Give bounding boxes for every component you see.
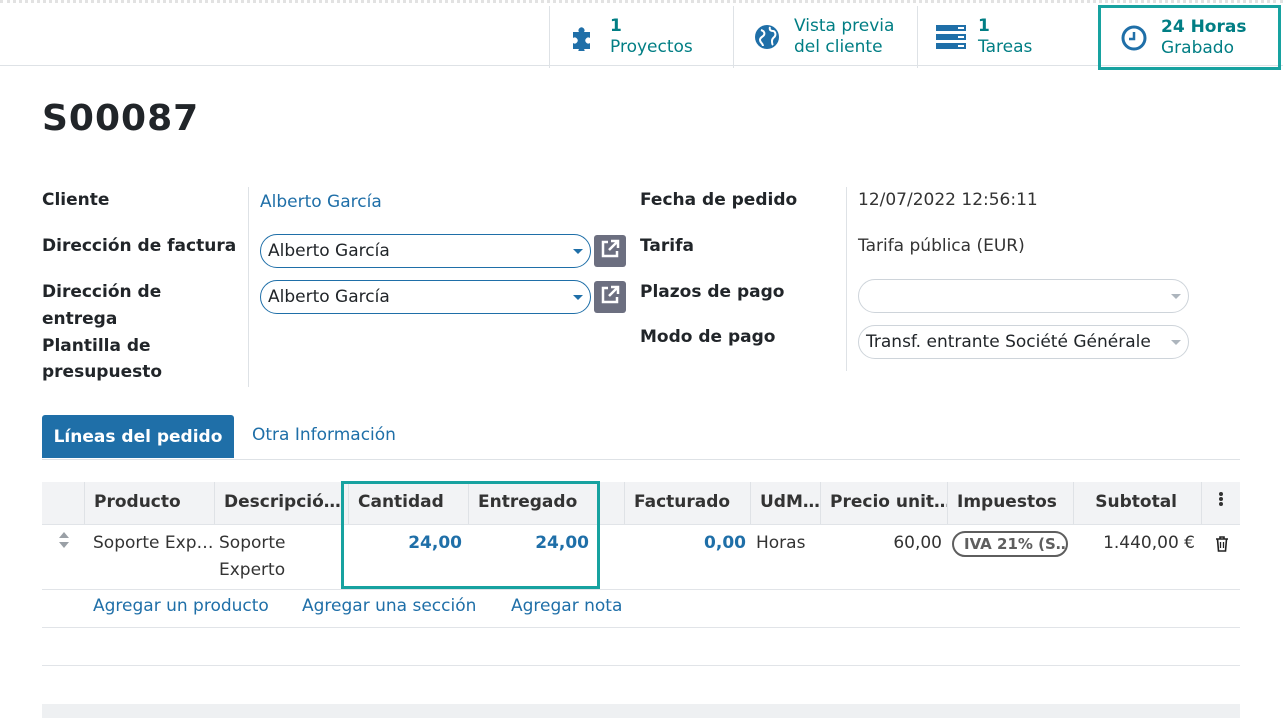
payment-terms-label: Plazos de pago [640,282,785,302]
tasks-icon [936,22,966,52]
invoice-address-value: Alberto García [268,241,390,261]
tasks-stat-button[interactable]: 1 Tareas [917,6,1101,68]
drag-handle-icon[interactable] [57,530,71,559]
trash-icon[interactable] [1215,534,1229,561]
line-invoiced: 0,00 [704,533,746,553]
tab-order-lines[interactable]: Líneas del pedido [42,415,234,458]
projects-stat-button[interactable]: 1 Proyectos [549,6,733,68]
chevron-down-icon [573,295,583,300]
payment-mode-label: Modo de pago [640,327,776,347]
kebab-menu-icon [1218,492,1224,512]
invoice-address-label: Dirección de factura [42,236,237,256]
add-product-link[interactable]: Agregar un producto [93,596,269,616]
stat-value: 24 Horas [1161,16,1247,37]
field-separator [248,187,249,387]
optional-columns-button[interactable] [1201,482,1240,524]
external-link-icon [599,238,621,265]
puzzle-icon [568,22,598,52]
table-footer [42,704,1240,718]
add-note-link[interactable]: Agregar nota [511,596,622,616]
stat-value: 1 [978,16,990,36]
stat-label: Vista previa [794,16,895,36]
payment-terms-select[interactable] [858,279,1189,313]
customer-label: Cliente [42,190,110,210]
column-header-product[interactable]: Producto [84,482,214,524]
row-divider [42,665,1240,666]
column-header-invoiced[interactable]: Facturado [624,482,750,524]
column-header-unit-price[interactable]: Precio unit… [820,482,947,524]
delivery-address-label-line1: Dirección de [42,282,162,302]
stat-label: Proyectos [610,37,693,57]
order-date-label: Fecha de pedido [640,190,798,210]
quantity-delivered-highlight [341,481,600,589]
payment-mode-select[interactable]: Transf. entrante Société Générale [858,325,1189,359]
tab-other-info[interactable]: Otra Información [252,425,396,445]
line-uom[interactable]: Horas [756,530,805,557]
stat-label: del cliente [794,37,883,57]
customer-preview-button[interactable]: Vista previa del cliente [733,6,917,68]
quotation-template-label-line1: Plantilla de [42,336,151,356]
pricelist-value: Tarifa pública (EUR) [858,236,1025,256]
stat-button-bar: 1 Proyectos Vista previa del cliente 1 T… [0,0,1283,70]
stat-value: 1 [610,16,622,36]
add-section-link[interactable]: Agregar una sección [302,596,476,616]
delivery-address-value: Alberto García [268,287,390,307]
row-divider [42,524,1240,525]
column-header-taxes[interactable]: Impuestos [947,482,1073,524]
stat-label: Grabado [1161,37,1234,58]
stat-label: Tareas [978,37,1033,57]
line-product[interactable]: Soporte Exp… [93,530,214,557]
record-title: S00087 [42,98,200,139]
row-divider [42,627,1240,628]
globe-icon [752,22,782,52]
column-header-uom[interactable]: UdM… [750,482,820,524]
column-header-description[interactable]: Descripció… [214,482,342,524]
tab-divider [42,459,1240,460]
payment-mode-value: Transf. entrante Société Générale [866,332,1151,352]
open-invoice-address-button[interactable] [594,235,626,267]
delivery-address-label-line2: entrega [42,309,118,329]
chevron-down-icon [573,249,583,254]
customer-link[interactable]: Alberto García [260,189,382,216]
open-delivery-address-button[interactable] [594,281,626,313]
line-description-2: Experto [219,560,286,580]
external-link-icon [599,284,621,311]
line-description-1: Soporte [219,533,286,553]
clock-icon [1119,23,1149,53]
row-divider [42,589,1240,590]
chevron-down-icon [1171,294,1181,299]
pricelist-label: Tarifa [640,236,694,256]
quotation-template-label-line2: presupuesto [42,362,163,382]
order-date-value: 12/07/2022 12:56:11 [858,190,1038,210]
field-separator [846,187,847,371]
delivery-address-select[interactable]: Alberto García [260,280,591,314]
line-unit-price[interactable]: 60,00 [820,530,942,557]
chevron-down-icon [1171,340,1181,345]
tax-badge[interactable]: IVA 21% (S… [952,531,1068,557]
invoice-address-select[interactable]: Alberto García [260,234,591,268]
hours-recorded-stat-button[interactable]: 24 Horas Grabado [1098,5,1281,70]
line-subtotal: 1.440,00 € [1103,533,1195,553]
column-header-subtotal[interactable]: Subtotal [1073,482,1201,524]
